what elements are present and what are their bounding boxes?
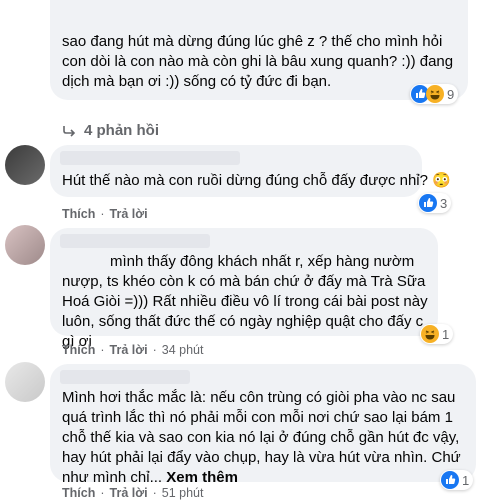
comment-bubble: Hút thế nào mà con ruồi dừng đúng chỗ đấ… (50, 145, 451, 197)
comment-bubble: mình thấy đông khách nhất r, xếp hàng nư… (50, 228, 438, 350)
like-button[interactable]: Thích (62, 486, 95, 500)
comment-bubble: Mình hơi thắc mắc là: nếu côn trùng có g… (50, 364, 476, 486)
like-button[interactable]: Thích (62, 207, 95, 221)
reply-arrow-icon (63, 125, 76, 137)
haha-icon (421, 325, 439, 343)
separator: · (100, 343, 105, 357)
redacted-name (60, 234, 210, 248)
redacted-name (60, 151, 240, 165)
comment-actions: Thích · Trả lời (62, 207, 148, 221)
haha-icon (426, 85, 444, 103)
reaction-summary[interactable]: 1 (420, 324, 454, 344)
comment-text: sao đang hút mà dừng đúng lúc ghê z ? th… (62, 33, 454, 90)
avatar[interactable] (5, 145, 45, 185)
comment-text: mình thấy đông khách nhất r, xếp hàng nư… (62, 253, 428, 350)
separator: · (152, 343, 157, 357)
comment-bubble: sao đang hút mà dừng đúng lúc ghê z ? th… (50, 0, 468, 100)
see-more-link[interactable]: Xem thêm (166, 469, 238, 486)
reaction-count: 9 (447, 86, 455, 102)
separator: · (100, 207, 105, 221)
reaction-summary[interactable]: 9 (410, 84, 459, 104)
reaction-summary[interactable]: 3 (418, 193, 452, 213)
reaction-count: 3 (440, 195, 448, 211)
comment-text: Hút thế nào mà con ruồi dừng đúng chỗ đấ… (62, 172, 451, 189)
reaction-summary[interactable]: 1 (440, 470, 474, 490)
like-icon (419, 194, 437, 212)
reply-button[interactable]: Trả lời (110, 486, 148, 500)
reaction-count: 1 (462, 472, 470, 488)
separator: · (152, 486, 157, 500)
avatar[interactable] (5, 362, 45, 402)
view-replies-link[interactable]: 4 phản hồi (62, 122, 159, 139)
separator: · (100, 486, 105, 500)
reaction-count: 1 (442, 326, 450, 342)
avatar[interactable] (5, 225, 45, 265)
comment-actions: Thích · Trả lời · 51 phút (62, 486, 203, 500)
comment-text: Mình hơi thắc mắc là: nếu côn trùng có g… (62, 389, 461, 486)
comment-time[interactable]: 51 phút (162, 486, 204, 500)
comment-actions: Thích · Trả lời · 34 phút (62, 343, 203, 357)
like-button[interactable]: Thích (62, 343, 95, 357)
redacted-name (52, 0, 232, 16)
like-icon (441, 471, 459, 489)
reply-button[interactable]: Trả lời (110, 343, 148, 357)
replies-label: 4 phản hồi (84, 122, 159, 139)
comment-time[interactable]: 34 phút (162, 343, 204, 357)
redacted-name (60, 370, 190, 384)
reply-button[interactable]: Trả lời (110, 207, 148, 221)
